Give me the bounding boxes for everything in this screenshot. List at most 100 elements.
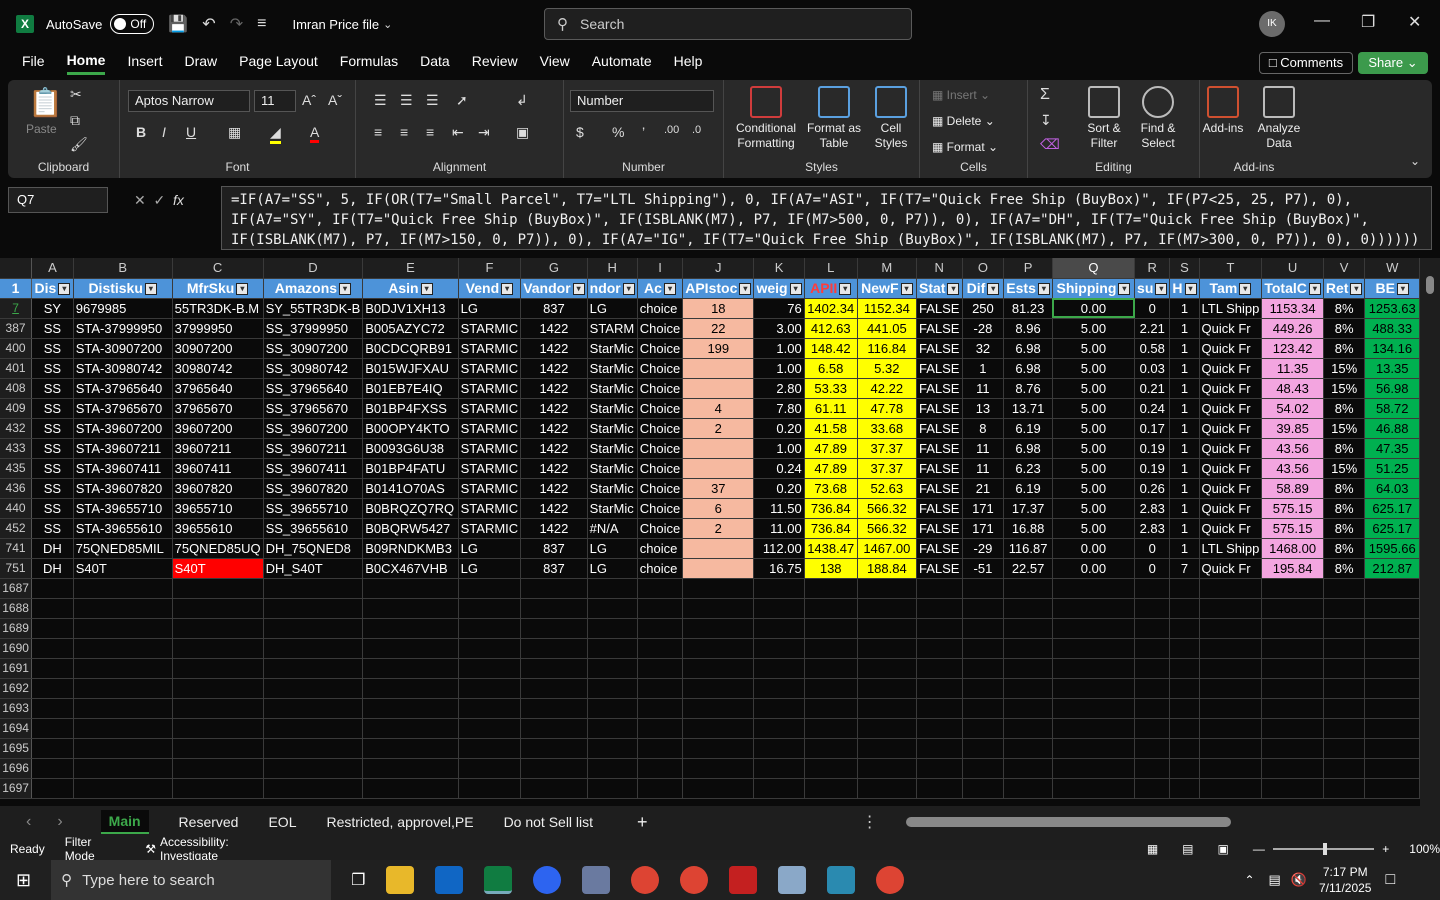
- table-cell[interactable]: [172, 658, 264, 679]
- table-cell[interactable]: 37.37: [857, 458, 917, 479]
- table-cell[interactable]: [1134, 758, 1171, 779]
- table-cell[interactable]: [1134, 718, 1171, 739]
- column-title[interactable]: weig ▾: [753, 278, 805, 299]
- table-cell[interactable]: FALSE: [916, 478, 963, 499]
- table-cell[interactable]: [458, 718, 522, 739]
- table-cell[interactable]: [362, 598, 459, 619]
- table-cell[interactable]: 4: [682, 398, 755, 419]
- format-as-table-button[interactable]: Format as Table: [804, 86, 864, 151]
- wrap-text-icon[interactable]: ↲: [516, 92, 528, 109]
- table-cell[interactable]: [637, 718, 684, 739]
- table-cell[interactable]: [362, 738, 459, 759]
- row-number[interactable]: 751: [0, 558, 33, 579]
- table-cell[interactable]: 837: [520, 558, 588, 579]
- table-cell[interactable]: [458, 698, 522, 719]
- table-cell[interactable]: STA-30907200: [73, 338, 173, 359]
- table-cell[interactable]: -51: [962, 558, 1005, 579]
- table-cell[interactable]: 53.33: [804, 378, 858, 399]
- enter-icon[interactable]: ✓: [154, 192, 166, 208]
- column-title[interactable]: TotalC ▾: [1261, 278, 1324, 299]
- table-cell[interactable]: 199: [682, 338, 755, 359]
- table-cell[interactable]: STA-39655610: [73, 518, 173, 539]
- table-cell[interactable]: [73, 578, 173, 599]
- table-cell[interactable]: SS_39607200: [263, 418, 364, 439]
- table-cell[interactable]: [362, 778, 459, 799]
- insert-cells-button[interactable]: ▦ Insert ⌄: [932, 88, 990, 102]
- table-cell[interactable]: 1422: [520, 498, 588, 519]
- table-cell[interactable]: [458, 618, 522, 639]
- column-title[interactable]: ndor ▾: [587, 278, 638, 299]
- table-cell[interactable]: Quick Fr: [1199, 378, 1263, 399]
- decrease-font-icon[interactable]: Aˇ: [328, 92, 342, 108]
- table-cell[interactable]: 575.15: [1261, 518, 1324, 539]
- table-cell[interactable]: FALSE: [916, 358, 963, 379]
- filter-dropdown-icon[interactable]: ▾: [1396, 283, 1409, 296]
- table-cell[interactable]: 3.00: [753, 318, 805, 339]
- table-cell[interactable]: Choice: [637, 478, 684, 499]
- row-number[interactable]: 435: [0, 458, 33, 479]
- table-cell[interactable]: 30980742: [172, 358, 264, 379]
- customize-qat-icon[interactable]: ≡: [257, 15, 266, 33]
- table-cell[interactable]: [1003, 758, 1053, 779]
- table-cell[interactable]: SS_37999950: [263, 318, 364, 339]
- column-header[interactable]: B: [73, 258, 173, 279]
- table-cell[interactable]: 441.05: [857, 318, 917, 339]
- table-cell[interactable]: SS: [31, 378, 74, 399]
- table-cell[interactable]: [682, 618, 755, 639]
- table-cell[interactable]: 134.16: [1364, 338, 1420, 359]
- filter-dropdown-icon[interactable]: ▾: [1184, 283, 1197, 296]
- table-cell[interactable]: STA-39655710: [73, 498, 173, 519]
- collapse-ribbon-icon[interactable]: ⌄: [1410, 154, 1420, 168]
- align-top-icon[interactable]: ☰: [374, 92, 387, 109]
- table-cell[interactable]: [73, 658, 173, 679]
- table-cell[interactable]: 22.57: [1003, 558, 1053, 579]
- table-cell[interactable]: [753, 678, 805, 699]
- table-cell[interactable]: SS_37965640: [263, 378, 364, 399]
- table-cell[interactable]: [1364, 718, 1420, 739]
- table-cell[interactable]: 41.58: [804, 418, 858, 439]
- table-cell[interactable]: 37965640: [172, 378, 264, 399]
- tray-chevron-icon[interactable]: ⌃: [1244, 873, 1254, 887]
- row-number[interactable]: 1687: [0, 578, 33, 599]
- table-cell[interactable]: 250: [962, 298, 1005, 319]
- table-cell[interactable]: 8%: [1323, 518, 1366, 539]
- table-cell[interactable]: [587, 678, 638, 699]
- table-cell[interactable]: 15%: [1323, 418, 1366, 439]
- column-title[interactable]: NewF ▾: [857, 278, 917, 299]
- table-cell[interactable]: [587, 638, 638, 659]
- table-cell[interactable]: 188.84: [857, 558, 917, 579]
- filter-dropdown-icon[interactable]: ▾: [839, 283, 852, 296]
- table-cell[interactable]: 1: [1169, 298, 1200, 319]
- table-cell[interactable]: [1261, 718, 1324, 739]
- table-cell[interactable]: -29: [962, 538, 1005, 559]
- table-cell[interactable]: [587, 758, 638, 779]
- orientation-icon[interactable]: ➚: [456, 92, 468, 109]
- table-cell[interactable]: 5.00: [1052, 498, 1136, 519]
- table-cell[interactable]: STARMIC: [458, 358, 522, 379]
- table-cell[interactable]: 42.22: [857, 378, 917, 399]
- table-cell[interactable]: LG: [587, 558, 638, 579]
- currency-icon[interactable]: $: [576, 124, 584, 140]
- table-cell[interactable]: [31, 758, 74, 779]
- table-cell[interactable]: [1364, 658, 1420, 679]
- table-cell[interactable]: SS_37965670: [263, 398, 364, 419]
- table-cell[interactable]: 1: [962, 358, 1005, 379]
- table-cell[interactable]: B0BRQZQ7RQ: [362, 498, 459, 519]
- notifications-icon[interactable]: □: [1385, 871, 1395, 889]
- cancel-icon[interactable]: ✕: [134, 192, 146, 208]
- table-cell[interactable]: [637, 658, 684, 679]
- zoom-in-icon[interactable]: +: [1382, 842, 1389, 856]
- table-cell[interactable]: [1261, 698, 1324, 719]
- table-cell[interactable]: LTL Shipp: [1199, 538, 1263, 559]
- analyze-data-button[interactable]: Analyze Data: [1256, 86, 1302, 151]
- table-cell[interactable]: [263, 638, 364, 659]
- table-cell[interactable]: [458, 758, 522, 779]
- table-cell[interactable]: 1: [1169, 398, 1200, 419]
- table-cell[interactable]: [682, 678, 755, 699]
- table-cell[interactable]: S40T: [73, 558, 173, 579]
- filter-dropdown-icon[interactable]: ▾: [622, 283, 635, 296]
- table-cell[interactable]: 5.00: [1052, 518, 1136, 539]
- table-cell[interactable]: [520, 598, 588, 619]
- table-cell[interactable]: [1199, 658, 1263, 679]
- table-cell[interactable]: StarMic: [587, 458, 638, 479]
